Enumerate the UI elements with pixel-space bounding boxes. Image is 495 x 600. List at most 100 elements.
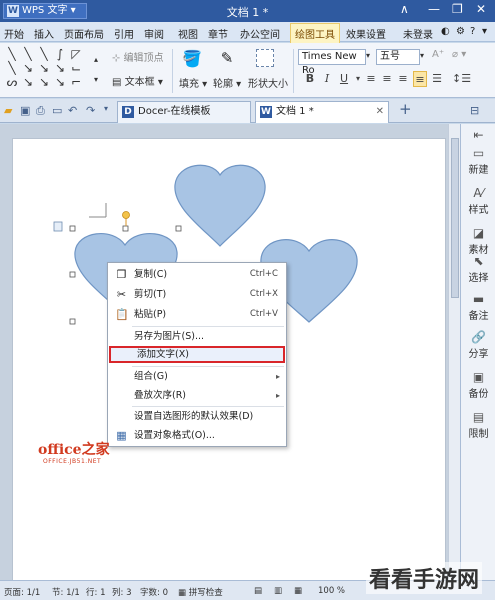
outline-button[interactable]: 轮廓 ▾ <box>213 75 241 90</box>
side-item-comment[interactable]: ▬ 备注 <box>461 292 495 322</box>
gallery-more-icon[interactable]: ▾ <box>88 73 104 87</box>
heart-shape[interactable] <box>174 164 266 247</box>
save-icon[interactable]: ▣ <box>20 104 30 117</box>
menu-item-layout[interactable]: 页面布局 <box>64 26 104 41</box>
align-left-icon[interactable]: ≡ <box>364 71 378 87</box>
side-item-material[interactable]: ◪ 素材 <box>461 226 495 256</box>
status-word-count[interactable]: 字数: 0 <box>140 586 168 598</box>
outline-pen-icon[interactable]: ✎ <box>216 49 238 69</box>
grow-font-icon[interactable]: A⁺ <box>432 49 444 60</box>
undo-icon[interactable]: ↶ <box>68 104 77 117</box>
print-preview-icon[interactable]: ▭ <box>52 104 62 117</box>
side-item-new[interactable]: ▭ 新建 <box>461 146 495 176</box>
chevron-down-icon[interactable]: ▾ <box>366 51 370 60</box>
line-shape-icon[interactable]: ╲ <box>4 61 20 75</box>
clear-format-icon[interactable]: ⌀ ▾ <box>452 49 466 60</box>
status-spell-check[interactable]: ▦ 拼写检查 <box>178 586 223 598</box>
text-box-button[interactable]: ▤ 文本框 ▾ <box>112 73 163 88</box>
login-link[interactable]: 未登录 <box>403 26 433 41</box>
shape-gallery[interactable]: ╲ ╲ ╲ ∫ ◸ ╲ ↘ ↘ ↘ ⌙ ᔕ ↘ ↘ ↘ ⌐ ▴ ▾ <box>4 47 106 91</box>
settings-icon[interactable]: ⚙ <box>456 26 465 37</box>
resize-handle[interactable] <box>122 225 129 232</box>
new-tab-icon[interactable]: + <box>399 100 412 118</box>
freeform-shape-icon[interactable]: ◸ <box>68 47 84 61</box>
line-spacing-icon[interactable]: ↕☰ <box>452 71 471 87</box>
close-tab-icon[interactable]: ✕ <box>376 102 384 122</box>
curve-shape-icon[interactable]: ∫ <box>52 47 68 61</box>
connector-shape-icon[interactable]: ⌐ <box>68 75 84 89</box>
menu-item-drawing-tools[interactable]: 绘图工具 <box>290 23 340 44</box>
line-shape-icon[interactable]: ╲ <box>36 47 52 61</box>
line-shape-icon[interactable]: ╲ <box>20 47 36 61</box>
bold-button[interactable]: B <box>303 71 317 87</box>
fill-bucket-icon[interactable]: 🪣 <box>181 49 203 69</box>
edit-points-button[interactable]: ⊹ 编辑顶点 <box>112 49 164 64</box>
resize-handle[interactable] <box>175 225 182 232</box>
underline-button[interactable]: U <box>337 71 351 87</box>
quick-access-more-icon[interactable]: ▾ <box>104 104 108 113</box>
scribble-shape-icon[interactable]: ᔕ <box>4 75 20 89</box>
arrow-shape-icon[interactable]: ↘ <box>52 61 68 75</box>
ribbon-collapse-icon[interactable]: ∧ <box>400 2 409 16</box>
tab-document-1[interactable]: W 文档 1 * ✕ <box>255 101 389 123</box>
print-icon[interactable]: ⎙ <box>36 104 45 118</box>
view-web-icon[interactable]: ▦ <box>294 586 302 596</box>
resize-handle[interactable] <box>69 225 76 232</box>
close-icon[interactable]: ✕ <box>476 2 486 16</box>
menu-item-add-text[interactable]: 添加文字(X) <box>109 346 285 363</box>
menu-item-insert[interactable]: 插入 <box>34 26 54 41</box>
arrow-shape-icon[interactable]: ↘ <box>20 61 36 75</box>
font-name-select[interactable]: Times New Ro <box>298 49 366 76</box>
shape-size-button[interactable]: 形状大小 <box>248 75 288 90</box>
side-item-style[interactable]: A⁄ 样式 <box>461 186 495 216</box>
vertical-scrollbar[interactable] <box>448 124 460 580</box>
line-shape-icon[interactable]: ╲ <box>4 47 20 61</box>
status-zoom[interactable]: 100 % <box>318 586 345 596</box>
distribute-icon[interactable]: ☰ <box>430 71 444 87</box>
arrow-shape-icon[interactable]: ↘ <box>36 61 52 75</box>
side-item-select[interactable]: ⬉ 选择 <box>461 254 495 284</box>
menu-item-save-as-image[interactable]: 另存为图片(S)... <box>108 328 286 345</box>
align-center-icon[interactable]: ≡ <box>380 71 394 87</box>
tab-docer-templates[interactable]: D Docer-在线模板 <box>117 101 251 123</box>
chevron-down-icon[interactable]: ▾ <box>420 51 424 60</box>
menu-item-set-default-effect[interactable]: 设置自选图形的默认效果(D) <box>108 408 286 425</box>
open-folder-icon[interactable]: ▰ <box>4 104 12 117</box>
menu-item-paste[interactable]: 📋 粘贴(P) Ctrl+V <box>108 306 286 323</box>
align-right-icon[interactable]: ≡ <box>396 71 410 87</box>
menu-item-office-space[interactable]: 办公空间 <box>240 26 280 41</box>
menu-item-start[interactable]: 开始 <box>4 26 24 41</box>
view-page-icon[interactable]: ▤ <box>254 586 262 596</box>
gallery-scroll-icon[interactable]: ▴ <box>88 53 104 67</box>
menu-item-view[interactable]: 视图 <box>178 26 198 41</box>
menu-item-copy[interactable]: ❐ 复制(C) Ctrl+C <box>108 266 286 283</box>
arrow-shape-icon[interactable]: ↘ <box>52 75 68 89</box>
view-read-icon[interactable]: ▥ <box>274 586 282 596</box>
arrow-shape-icon[interactable]: ↘ <box>36 75 52 89</box>
skin-icon[interactable]: ◐ <box>441 26 450 37</box>
side-item-restrict[interactable]: ▤ 限制 <box>461 410 495 440</box>
restore-icon[interactable]: ❐ <box>452 2 463 16</box>
chevron-down-icon[interactable]: ▾ <box>482 26 487 37</box>
menu-item-format-object[interactable]: ▦ 设置对象格式(O)... <box>108 427 286 444</box>
resize-handle[interactable] <box>69 318 76 325</box>
menu-item-effects[interactable]: 效果设置 <box>346 26 386 41</box>
font-size-select[interactable]: 五号 <box>376 49 420 65</box>
side-item-collapse[interactable]: ⇤ <box>461 128 495 143</box>
chevron-down-icon[interactable]: ▾ <box>351 71 365 87</box>
menu-item-order[interactable]: 叠放次序(R) ▸ <box>108 387 286 404</box>
tab-list-icon[interactable]: ⊟ <box>470 104 479 117</box>
menu-item-group[interactable]: 组合(G) ▸ <box>108 368 286 385</box>
justify-icon[interactable]: ≡ <box>413 71 427 87</box>
fill-button[interactable]: 填充 ▾ <box>179 75 207 90</box>
menu-item-review[interactable]: 审阅 <box>144 26 164 41</box>
menu-item-chapter[interactable]: 章节 <box>208 26 228 41</box>
bracket-shape-icon[interactable]: ⌙ <box>68 61 84 75</box>
scrollbar-thumb[interactable] <box>451 138 459 298</box>
rotate-handle[interactable] <box>122 211 130 219</box>
side-item-share[interactable]: 🔗 分享 <box>461 330 495 360</box>
resize-handle[interactable] <box>69 271 76 278</box>
side-item-backup[interactable]: ▣ 备份 <box>461 370 495 400</box>
arrow-shape-icon[interactable]: ↘ <box>20 75 36 89</box>
menu-item-cut[interactable]: ✂ 剪切(T) Ctrl+X <box>108 286 286 303</box>
